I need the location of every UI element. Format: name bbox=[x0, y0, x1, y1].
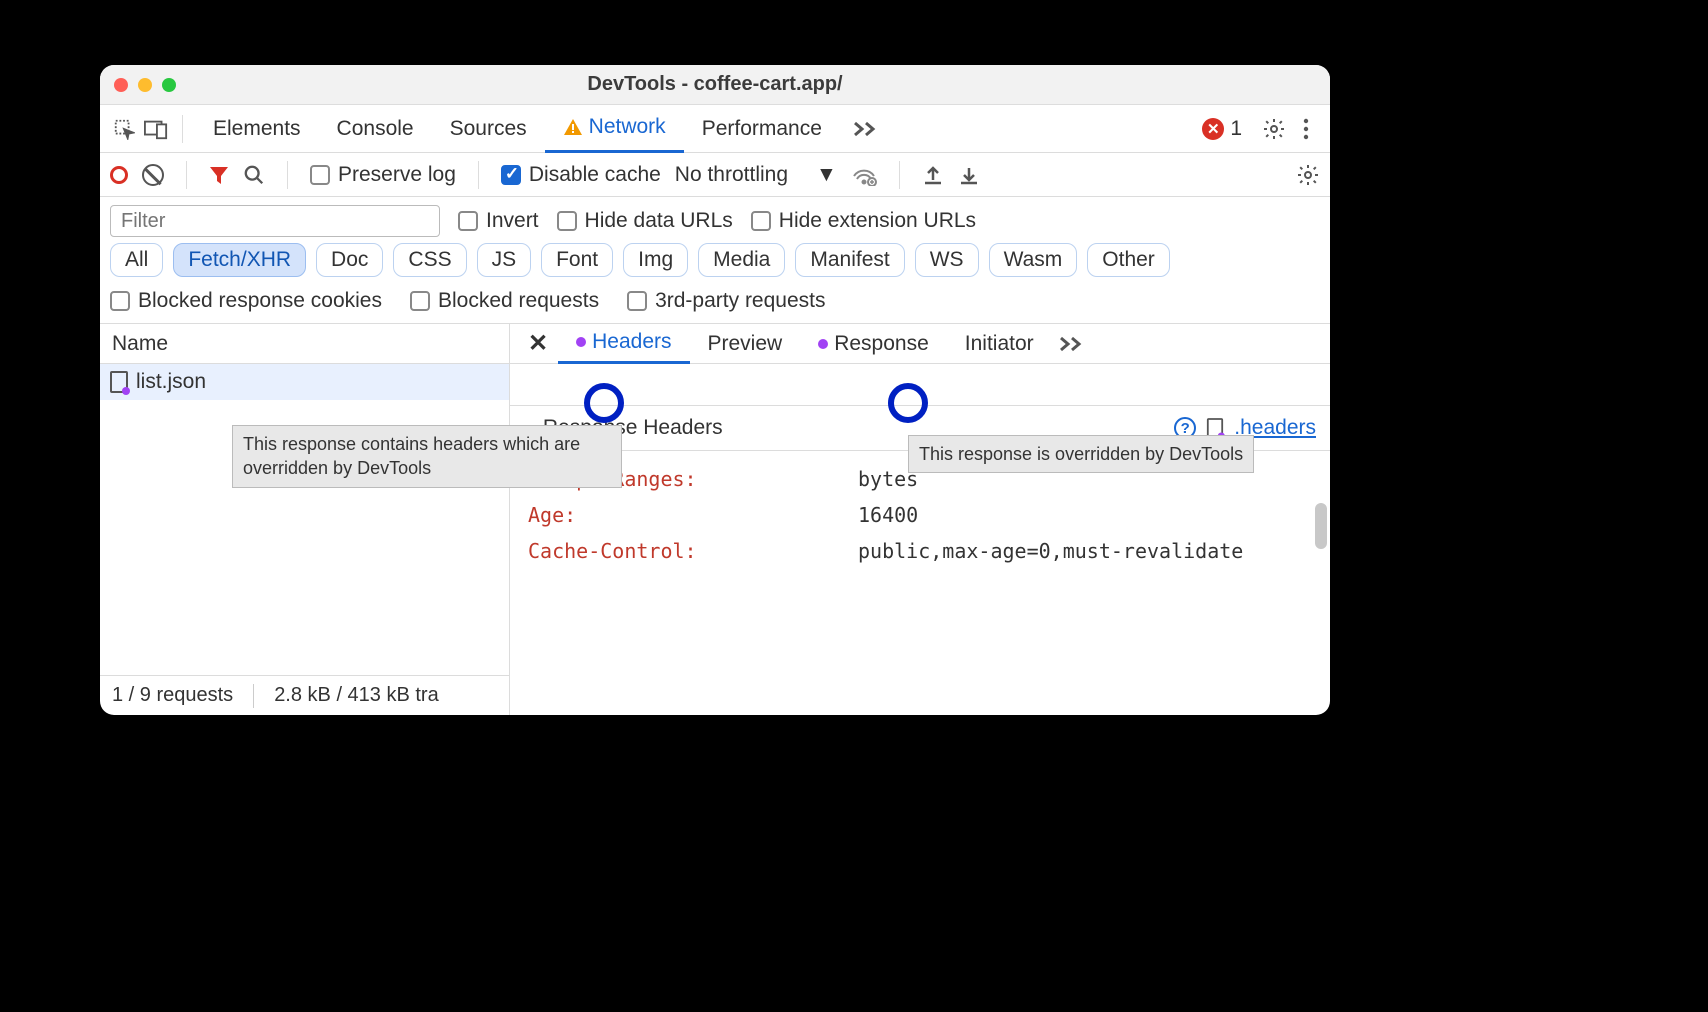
disable-cache-checkbox[interactable]: Disable cache bbox=[501, 163, 661, 187]
chip-font[interactable]: Font bbox=[541, 243, 613, 277]
request-type-chips: All Fetch/XHR Doc CSS JS Font Img Media Manifest… bbox=[100, 239, 1330, 285]
error-count[interactable]: ✕ 1 bbox=[1202, 117, 1242, 141]
invert-checkbox[interactable]: Invert bbox=[458, 209, 539, 233]
network-toolbar: Preserve log Disable cache No throttling… bbox=[100, 153, 1330, 197]
override-indicator-icon bbox=[818, 339, 828, 349]
chip-doc[interactable]: Doc bbox=[316, 243, 383, 277]
inspect-element-icon[interactable] bbox=[110, 115, 138, 143]
detail-tab-response[interactable]: Response bbox=[800, 324, 947, 364]
detail-tab-headers[interactable]: Headers bbox=[558, 324, 689, 364]
network-settings-icon[interactable] bbox=[1296, 163, 1320, 187]
detail-tab-initiator[interactable]: Initiator bbox=[947, 324, 1052, 364]
titlebar: DevTools - coffee-cart.app/ bbox=[100, 65, 1330, 105]
chip-wasm[interactable]: Wasm bbox=[989, 243, 1078, 277]
tab-elements[interactable]: Elements bbox=[195, 105, 319, 153]
download-har-icon[interactable] bbox=[958, 164, 980, 186]
error-count-value: 1 bbox=[1230, 117, 1242, 141]
throttling-select[interactable]: No throttling ▼ bbox=[675, 163, 837, 187]
detail-tabs: ✕ HeadersPreviewResponseInitiator bbox=[510, 324, 1330, 364]
header-row: Cache-Control:public,max-age=0,must-reva… bbox=[528, 533, 1312, 569]
device-toolbar-icon[interactable] bbox=[142, 115, 170, 143]
response-tooltip: This response is overridden by DevTools bbox=[908, 435, 1254, 473]
chip-media[interactable]: Media bbox=[698, 243, 785, 277]
record-button[interactable] bbox=[110, 166, 128, 184]
window-title: DevTools - coffee-cart.app/ bbox=[100, 73, 1330, 96]
header-key: Cache-Control: bbox=[528, 533, 858, 569]
name-column-header[interactable]: Name bbox=[100, 324, 509, 364]
request-detail-pane: ✕ HeadersPreviewResponseInitiator ▼ Resp… bbox=[510, 324, 1330, 715]
hide-extension-urls-checkbox[interactable]: Hide extension URLs bbox=[751, 209, 976, 233]
error-icon: ✕ bbox=[1202, 118, 1224, 140]
headers-tooltip: This response contains headers which are… bbox=[232, 425, 622, 488]
filter-input[interactable] bbox=[110, 205, 440, 237]
transfer-size: 2.8 kB / 413 kB tra bbox=[274, 684, 439, 707]
request-row[interactable]: list.json bbox=[100, 364, 509, 400]
tab-sources[interactable]: Sources bbox=[432, 105, 545, 153]
chip-manifest[interactable]: Manifest bbox=[795, 243, 904, 277]
divider bbox=[899, 161, 900, 189]
chip-fetchxhr[interactable]: Fetch/XHR bbox=[173, 243, 306, 277]
preserve-log-checkbox[interactable]: Preserve log bbox=[310, 163, 456, 187]
tab-network[interactable]: Network bbox=[545, 105, 684, 153]
devtools-window: DevTools - coffee-cart.app/ ElementsCons… bbox=[100, 65, 1330, 715]
request-list-pane: Name list.json 1 / 9 requests 2.8 kB / 4… bbox=[100, 324, 510, 715]
tab-performance[interactable]: Performance bbox=[684, 105, 840, 153]
divider bbox=[186, 161, 187, 189]
chevron-down-icon: ▼ bbox=[816, 163, 837, 187]
hide-data-urls-checkbox[interactable]: Hide data URLs bbox=[557, 209, 733, 233]
divider bbox=[287, 161, 288, 189]
filter-bar: Invert Hide data URLs Hide extension URL… bbox=[100, 197, 1330, 239]
request-count: 1 / 9 requests bbox=[112, 684, 233, 707]
main-tab-bar: ElementsConsoleSourcesNetworkPerformance… bbox=[100, 105, 1330, 153]
detail-tab-preview[interactable]: Preview bbox=[690, 324, 801, 364]
more-menu-icon[interactable] bbox=[1292, 115, 1320, 143]
clear-button[interactable] bbox=[142, 164, 164, 186]
divider bbox=[478, 161, 479, 189]
status-bar: 1 / 9 requests 2.8 kB / 413 kB tra bbox=[100, 675, 509, 715]
third-party-checkbox[interactable]: 3rd-party requests bbox=[627, 289, 825, 313]
network-conditions-icon[interactable] bbox=[851, 164, 877, 186]
main-split: Name list.json 1 / 9 requests 2.8 kB / 4… bbox=[100, 324, 1330, 715]
chip-img[interactable]: Img bbox=[623, 243, 688, 277]
tab-console[interactable]: Console bbox=[319, 105, 432, 153]
settings-icon[interactable] bbox=[1260, 115, 1288, 143]
blocked-cookies-checkbox[interactable]: Blocked response cookies bbox=[110, 289, 382, 313]
blocked-requests-checkbox[interactable]: Blocked requests bbox=[410, 289, 599, 313]
more-tabs-button[interactable] bbox=[844, 105, 886, 153]
chip-css[interactable]: CSS bbox=[393, 243, 466, 277]
scrollbar-thumb[interactable] bbox=[1315, 503, 1327, 549]
chip-all[interactable]: All bbox=[110, 243, 163, 277]
blocked-filter-row: Blocked response cookies Blocked request… bbox=[100, 285, 1330, 324]
header-key: Age: bbox=[528, 497, 858, 533]
close-detail-button[interactable]: ✕ bbox=[518, 329, 558, 358]
request-name: list.json bbox=[136, 370, 206, 394]
divider bbox=[182, 115, 183, 143]
chip-ws[interactable]: WS bbox=[915, 243, 979, 277]
search-icon[interactable] bbox=[243, 164, 265, 186]
file-icon bbox=[110, 371, 128, 393]
header-value: 16400 bbox=[858, 497, 1302, 533]
header-row: Age:16400 bbox=[528, 497, 1312, 533]
upload-har-icon[interactable] bbox=[922, 164, 944, 186]
header-value: public,max-age=0,must-revalidate bbox=[858, 533, 1302, 569]
warning-icon bbox=[563, 118, 583, 136]
chip-js[interactable]: JS bbox=[477, 243, 532, 277]
more-detail-tabs-button[interactable] bbox=[1052, 324, 1090, 364]
override-indicator-icon bbox=[576, 337, 586, 347]
chip-other[interactable]: Other bbox=[1087, 243, 1170, 277]
filter-icon[interactable] bbox=[209, 165, 229, 185]
